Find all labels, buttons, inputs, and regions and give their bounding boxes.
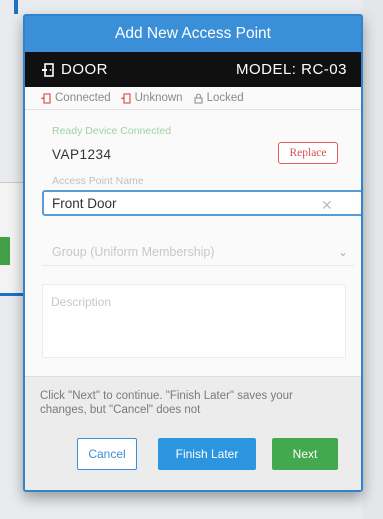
serial-value: VAP1234 — [52, 147, 112, 162]
modal-header: Add New Access Point — [25, 16, 361, 52]
background-green-button — [0, 237, 10, 265]
next-button[interactable]: Next — [272, 438, 338, 470]
plug-icon — [41, 92, 52, 104]
status-locked: Locked — [193, 92, 244, 104]
device-bar: DOOR MODEL: RC-03 — [25, 52, 361, 87]
status-locked-label: Locked — [206, 92, 244, 104]
clear-icon[interactable]: ✕ — [321, 197, 333, 214]
group-select[interactable]: Group (Uniform Membership) ⌄ — [42, 239, 354, 266]
serial-field-label: Ready Device Connected — [52, 125, 172, 137]
door-icon — [41, 62, 55, 77]
status-unknown-label: Unknown — [134, 92, 183, 104]
description-textarea[interactable]: Description — [42, 284, 346, 358]
lock-icon — [193, 93, 204, 104]
cancel-button[interactable]: Cancel — [77, 438, 137, 470]
description-label: Description — [51, 295, 112, 309]
device-type-label: DOOR — [61, 61, 108, 78]
status-unknown: Unknown — [121, 92, 183, 104]
status-connected-label: Connected — [55, 92, 111, 104]
modal-title: Add New Access Point — [115, 25, 271, 42]
add-access-point-modal: Add New Access Point DOOR MODEL: RC-03 C… — [23, 14, 363, 492]
background-right-edge — [362, 0, 383, 519]
background-tab-marker — [14, 0, 18, 14]
group-select-placeholder: Group (Uniform Membership) — [52, 245, 215, 259]
finish-later-button[interactable]: Finish Later — [158, 438, 256, 470]
modal-footer: Click "Next" to continue. "Finish Later"… — [25, 376, 361, 490]
door-unknown-icon — [121, 92, 132, 104]
device-model-label: MODEL: RC-03 — [235, 61, 347, 78]
device-type: DOOR — [41, 61, 108, 78]
replace-button[interactable]: Replace — [278, 142, 338, 164]
name-field-label: Access Point Name — [52, 175, 144, 187]
status-row: Connected Unknown Locked — [25, 87, 361, 110]
chevron-down-icon: ⌄ — [337, 245, 348, 259]
access-point-name-input[interactable] — [42, 190, 361, 216]
footer-hint: Click "Next" to continue. "Finish Later"… — [40, 390, 293, 416]
status-connected: Connected — [41, 92, 111, 104]
